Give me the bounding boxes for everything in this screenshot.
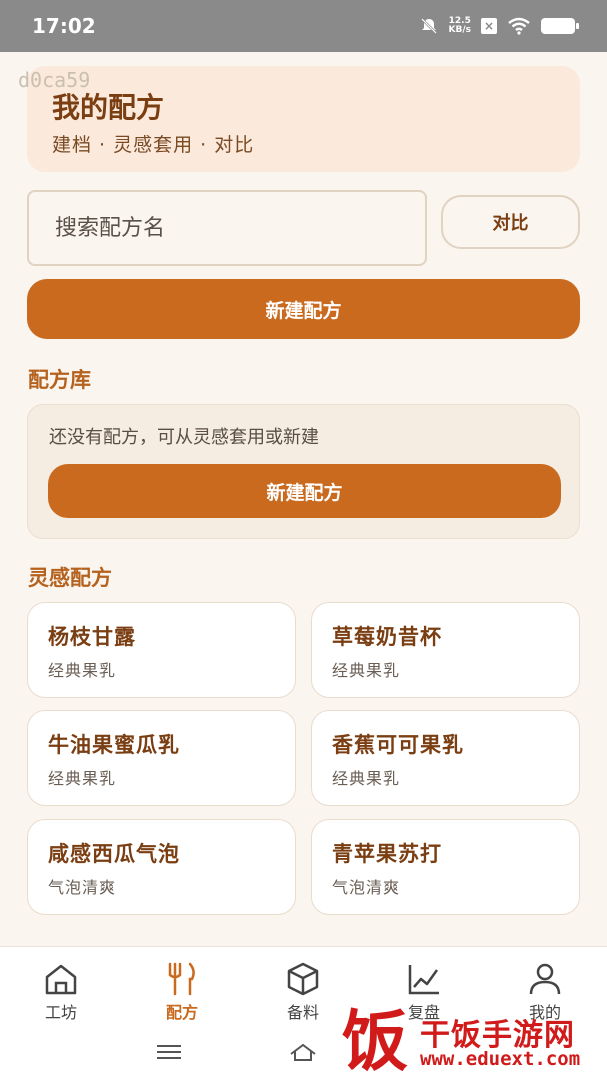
fork-knife-icon	[168, 962, 195, 996]
inspiration-card-tag: 气泡清爽	[332, 878, 401, 897]
inspiration-title: 灵感配方	[28, 566, 112, 590]
home-icon	[45, 964, 77, 995]
inspiration-card-tag: 经典果乳	[332, 661, 401, 680]
nav-label: 备料	[286, 1003, 319, 1022]
inspiration-card[interactable]: 牛油果蜜瓜乳 经典果乳	[27, 710, 296, 806]
status-icons: 12.5 KB/s ×	[419, 16, 579, 36]
new-recipe-button[interactable]: 新建配方	[27, 279, 580, 339]
library-title: 配方库	[28, 368, 91, 392]
search-input[interactable]	[27, 190, 427, 266]
svg-text:饭: 饭	[342, 1003, 408, 1076]
inspiration-card-name: 草莓奶昔杯	[332, 625, 442, 649]
site-watermark: 饭 饭 干饭手游网 www.eduext.com	[340, 996, 607, 1080]
inspiration-card-tag: 经典果乳	[332, 769, 401, 788]
close-box-icon: ×	[481, 18, 497, 34]
compare-button[interactable]: 对比	[441, 195, 580, 249]
nav-label: 工坊	[44, 1003, 77, 1022]
inspiration-card-name: 香蕉可可果乳	[332, 733, 464, 757]
nav-item-recipes[interactable]: 配方	[137, 961, 227, 1023]
header-card: 我的配方 建档 · 灵感套用 · 对比	[27, 66, 580, 172]
nav-item-prep[interactable]: 备料	[258, 961, 348, 1023]
inspiration-card[interactable]: 香蕉可可果乳 经典果乳	[311, 710, 580, 806]
watermark-logo-icon: 饭 饭	[340, 1000, 411, 1076]
inspiration-card-name: 咸感西瓜气泡	[48, 842, 180, 866]
inspiration-card[interactable]: 草莓奶昔杯 经典果乳	[311, 602, 580, 698]
library-new-recipe-button[interactable]: 新建配方	[48, 464, 561, 518]
net-speed: 12.5 KB/s	[448, 16, 471, 35]
inspiration-card[interactable]: 杨枝甘露 经典果乳	[27, 602, 296, 698]
status-time: 17:02	[32, 14, 96, 38]
watermark-url: www.eduext.com	[420, 1048, 581, 1070]
chart-icon	[408, 965, 439, 995]
inspiration-card-tag: 经典果乳	[48, 769, 117, 788]
inspiration-card-tag: 气泡清爽	[48, 878, 117, 897]
inspiration-card-name: 杨枝甘露	[48, 625, 136, 649]
wifi-icon	[508, 17, 530, 35]
page-title: 我的配方	[52, 91, 165, 124]
mute-bell-icon	[420, 18, 437, 34]
box-icon	[287, 962, 319, 996]
library-empty-text: 还没有配方，可从灵感套用或新建	[49, 427, 319, 448]
status-bar: 17:02 12.5 KB/s ×	[0, 0, 607, 52]
library-empty-card: 还没有配方，可从灵感套用或新建 新建配方	[27, 404, 580, 539]
menu-icon[interactable]	[154, 1040, 184, 1064]
inspiration-card-tag: 经典果乳	[48, 661, 117, 680]
watermark-id: d0ca59	[18, 68, 91, 92]
inspiration-card[interactable]: 咸感西瓜气泡 气泡清爽	[27, 819, 296, 915]
nav-label: 配方	[165, 1003, 198, 1022]
battery-icon	[541, 18, 579, 34]
inspiration-card-name: 牛油果蜜瓜乳	[48, 733, 180, 757]
nav-item-workshop[interactable]: 工坊	[16, 961, 106, 1023]
home-nav-icon[interactable]	[288, 1040, 318, 1064]
inspiration-card-name: 青苹果苏打	[332, 842, 442, 866]
user-icon	[529, 963, 561, 995]
page-subtitle: 建档 · 灵感套用 · 对比	[52, 134, 255, 156]
inspiration-card[interactable]: 青苹果苏打 气泡清爽	[311, 819, 580, 915]
